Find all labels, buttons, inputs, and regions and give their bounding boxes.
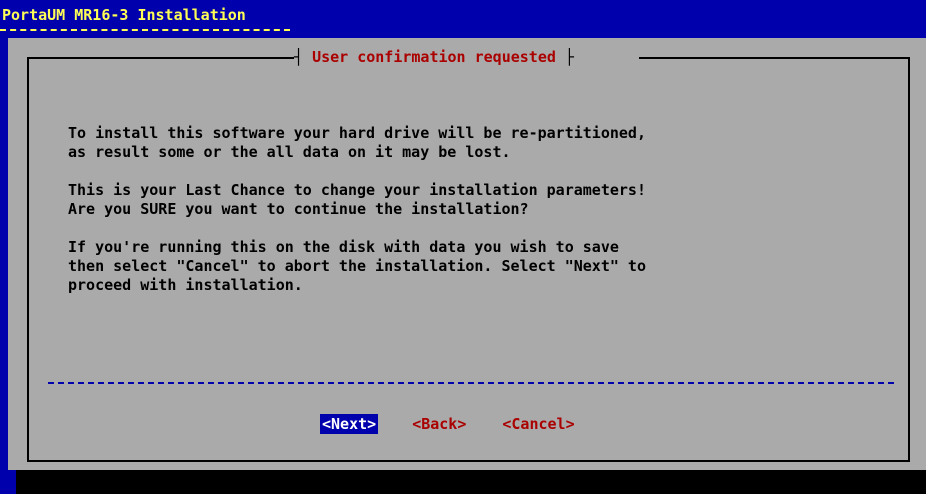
message-paragraph-1: To install this software your hard drive… — [68, 124, 646, 161]
next-button[interactable]: <Next> — [320, 414, 379, 434]
heading-right-bracket: ├ — [555, 48, 574, 66]
dialog-message: To install this software your hard drive… — [68, 124, 888, 314]
title-underline — [0, 29, 290, 31]
dialog-heading-text: User confirmation requested — [312, 48, 556, 66]
button-divider — [48, 382, 894, 384]
message-paragraph-3: If you're running this on the disk with … — [68, 238, 646, 294]
dialog-frame-top-left — [27, 57, 294, 59]
confirmation-dialog: ┤ User confirmation requested ├ To insta… — [8, 38, 926, 470]
dialog-heading: ┤ User confirmation requested ├ — [294, 44, 574, 70]
button-row: <Next> <Back> <Cancel> — [320, 414, 577, 434]
app-title: PortaUM MR16-3 Installation — [2, 6, 246, 24]
message-paragraph-2: This is your Last Chance to change your … — [68, 181, 646, 218]
heading-left-bracket: ┤ — [294, 48, 313, 66]
back-button[interactable]: <Back> — [410, 414, 468, 434]
dialog-shadow-bottom — [16, 470, 926, 494]
title-bar: PortaUM MR16-3 Installation — [0, 0, 926, 36]
dialog-frame-top-right — [639, 57, 910, 59]
cancel-button[interactable]: <Cancel> — [500, 414, 576, 434]
